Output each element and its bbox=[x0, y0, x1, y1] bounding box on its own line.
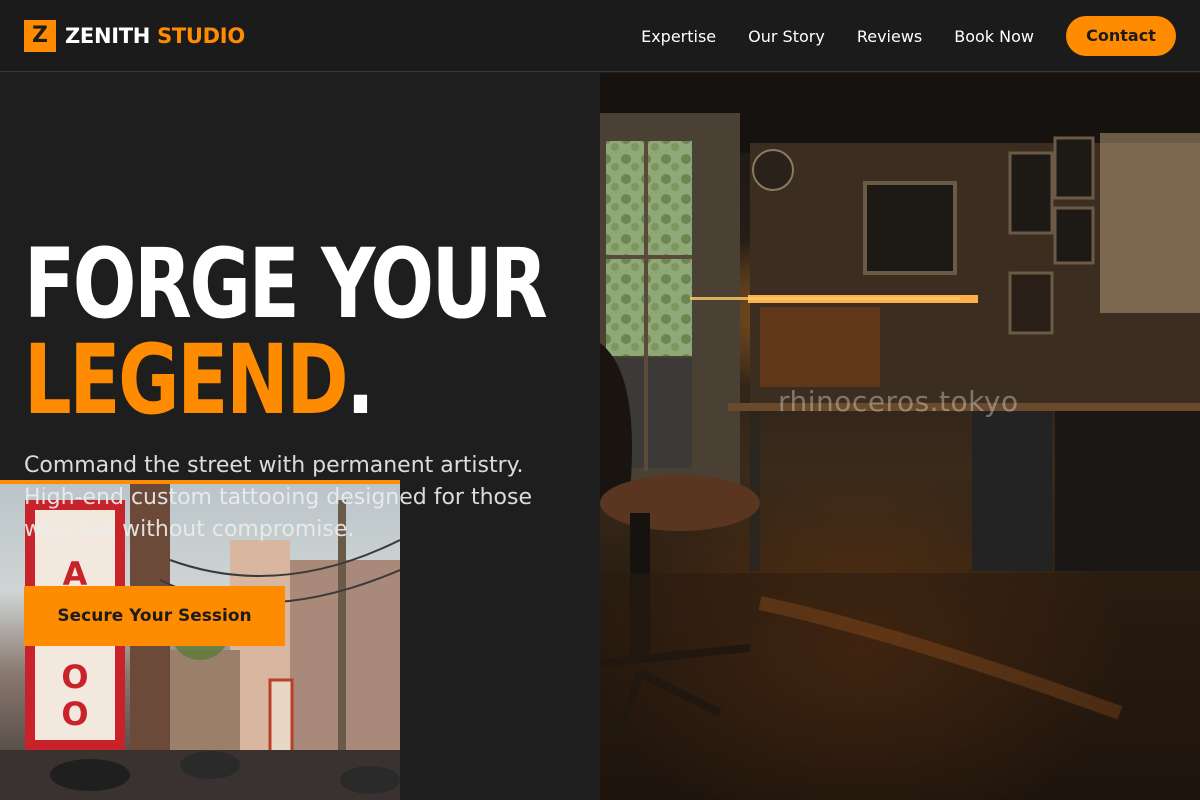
svg-text:O: O bbox=[61, 658, 88, 696]
studio-illustration bbox=[600, 73, 1200, 800]
brand-name-second: STUDIO bbox=[157, 24, 245, 48]
hero-title-line2: LEGEND. bbox=[24, 332, 545, 428]
studio-interior-photo: rhinoceros.tokyo bbox=[600, 73, 1200, 800]
brand-name-first: ZENITH bbox=[65, 24, 151, 48]
svg-text:O: O bbox=[61, 695, 88, 733]
secure-session-button[interactable]: Secure Your Session bbox=[24, 586, 285, 646]
nav-links: Expertise Our Story Reviews Book Now bbox=[641, 0, 1034, 72]
top-nav: Z ZENITH STUDIO Expertise Our Story Revi… bbox=[0, 0, 1200, 72]
hero-title: FORGE YOUR LEGEND. bbox=[24, 228, 548, 428]
nav-link-expertise[interactable]: Expertise bbox=[641, 27, 716, 46]
contact-button[interactable]: Contact bbox=[1066, 16, 1176, 56]
photo-watermark: rhinoceros.tokyo bbox=[778, 385, 1019, 418]
nav-link-our-story[interactable]: Our Story bbox=[748, 27, 825, 46]
hero-subtitle: Command the street with permanent artist… bbox=[24, 453, 532, 542]
hero-title-accent: LEGEND bbox=[24, 324, 349, 436]
nav-link-book-now[interactable]: Book Now bbox=[954, 27, 1034, 46]
nav-link-reviews[interactable]: Reviews bbox=[857, 27, 922, 46]
hero-title-line1: FORGE YOUR bbox=[24, 228, 548, 340]
hero-title-dot: . bbox=[346, 324, 374, 436]
logo-mark-icon: Z bbox=[24, 20, 56, 52]
brand-name: ZENITH STUDIO bbox=[65, 24, 245, 48]
brand-logo[interactable]: Z ZENITH STUDIO bbox=[24, 20, 245, 52]
